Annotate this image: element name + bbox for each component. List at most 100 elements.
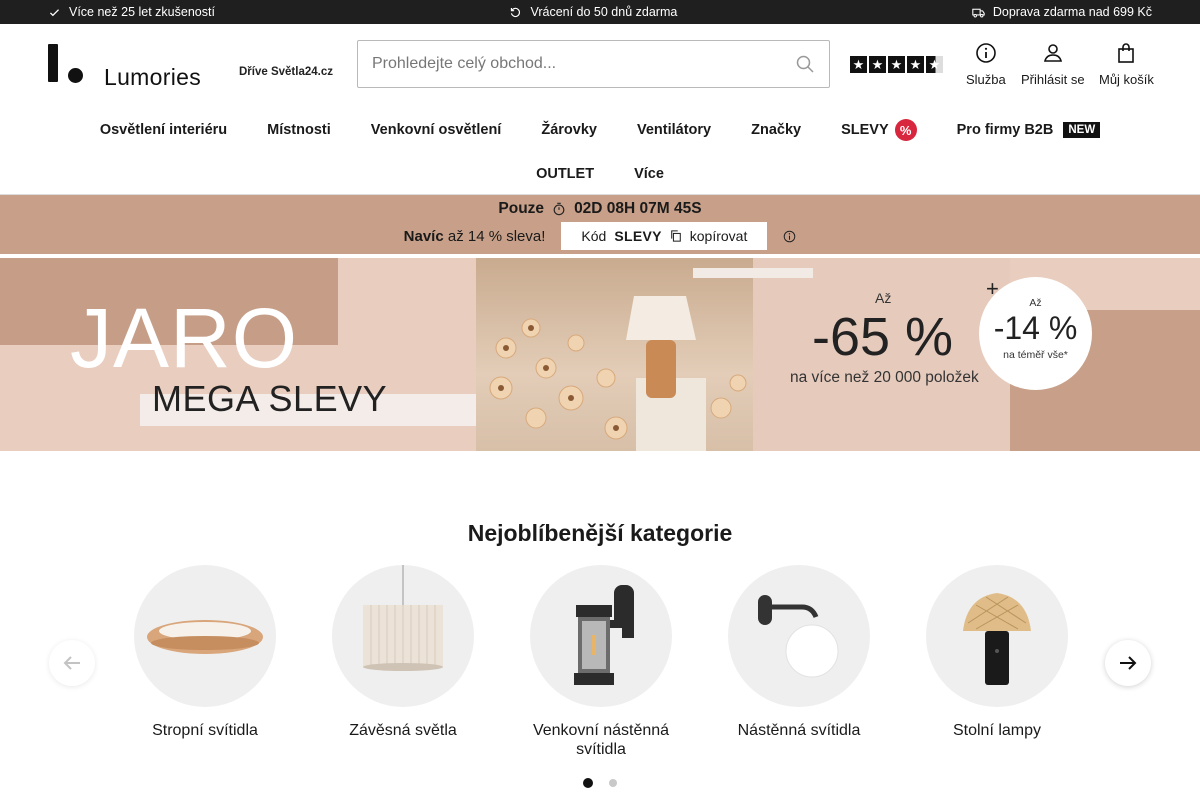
nav-outdoor-lighting[interactable]: Venkovní osvětlení — [371, 122, 502, 138]
nav-sale-label: SLEVY — [841, 122, 889, 138]
check-icon — [49, 8, 60, 16]
logo[interactable]: Lumories — [48, 44, 220, 90]
rating-stars[interactable]: ★ ★ ★ ★ ★ — [850, 56, 943, 73]
badge-discount: -14 % — [993, 310, 1078, 346]
category-image — [728, 565, 870, 707]
discount-code-box[interactable]: Kód SLEVY kopírovat — [561, 222, 768, 250]
discount-code-row: Navíc až 14 % sleva! Kód SLEVY kopírovat — [0, 222, 1200, 250]
hero-banner[interactable]: JARO MEGA SLEVY Až -65 % na více než 20 … — [0, 258, 1200, 451]
countdown-row: Pouze 02D 08H 07M 45S — [0, 195, 1200, 218]
star-icon: ★ — [869, 56, 886, 73]
nav-row-secondary: OUTLET Více — [0, 152, 1200, 196]
nav-b2b[interactable]: Pro firmy B2B NEW — [957, 122, 1101, 138]
plus-sign: + — [986, 276, 999, 301]
category-label: Venkovní nástěnná svítidla — [532, 722, 670, 759]
nav-bulbs[interactable]: Žárovky — [541, 122, 597, 138]
nav-sale[interactable]: SLEVY % — [841, 119, 917, 141]
star-icon: ★ — [850, 56, 867, 73]
countdown-timer: 02D 08H 07M 45S — [574, 200, 702, 217]
nav-outlet[interactable]: OUTLET — [536, 166, 594, 182]
returns-note: Vrácení do 50 dnů zdarma — [509, 5, 677, 19]
hero-subtitle: MEGA SLEVY — [152, 378, 388, 419]
info-icon — [976, 43, 996, 63]
hero-title: JARO — [70, 291, 299, 385]
service-button[interactable]: Služba — [966, 42, 1006, 87]
search-input[interactable] — [372, 55, 795, 73]
category-image — [134, 565, 276, 707]
stopwatch-icon — [553, 202, 565, 216]
promo-banner: Pouze 02D 08H 07M 45S Navíc až 14 % slev… — [0, 195, 1200, 254]
category-image — [530, 565, 672, 707]
category-image — [926, 565, 1068, 707]
star-icon: ★ — [888, 56, 905, 73]
carousel-pagination — [0, 778, 1200, 788]
countdown-prefix: Pouze — [498, 200, 545, 217]
main-navigation: Osvětlení interiéru Místnosti Venkovní o… — [0, 108, 1200, 195]
star-icon: ★ — [907, 56, 924, 73]
search-icon[interactable] — [795, 54, 815, 74]
carousel-prev-button[interactable] — [49, 640, 95, 686]
header: Lumories Dříve Světla24.cz ★ ★ ★ ★ ★ Slu… — [0, 24, 1200, 108]
service-label: Služba — [966, 72, 1006, 87]
nav-interior-lighting[interactable]: Osvětlení interiéru — [100, 122, 227, 138]
hero-decor-strip — [693, 268, 813, 278]
category-label: Závěsná světla — [349, 722, 457, 739]
category-item[interactable]: Venkovní nástěnná svítidla — [511, 565, 691, 759]
logo-wordmark: Lumories — [104, 64, 201, 90]
code-label: Kód — [581, 228, 607, 244]
hero-items-text: na více než 20 000 položek — [790, 369, 979, 386]
lamp-flowers-image — [489, 296, 747, 451]
logo-bar — [48, 44, 58, 82]
copy-icon — [670, 230, 681, 242]
new-badge: NEW — [1063, 122, 1101, 138]
category-label: Stolní lampy — [952, 722, 1042, 739]
extra-discount-text: Navíc až 14 % sleva! — [404, 228, 546, 245]
logo-dot — [68, 68, 83, 83]
formerly-label: Dříve Světla24.cz — [239, 66, 333, 78]
code-value: SLEVY — [614, 228, 662, 244]
info-icon[interactable] — [783, 230, 796, 243]
top-info-bar: Více než 25 let zkušeností Vrácení do 50… — [0, 0, 1200, 24]
nav-row-primary: Osvětlení interiéru Místnosti Venkovní o… — [0, 108, 1200, 152]
section-title: Nejoblíbenější kategorie — [467, 520, 733, 546]
nav-fans[interactable]: Ventilátory — [637, 122, 711, 138]
experience-text: Více než 25 let zkušeností — [69, 5, 215, 19]
category-item[interactable]: Nástěnná svítidla — [709, 565, 889, 740]
user-icon — [1043, 44, 1062, 62]
category-carousel: Stropní svítidla Závěsná světla Venkovní… — [0, 565, 1200, 795]
arrow-left-icon — [63, 656, 80, 670]
truck-icon — [972, 8, 985, 17]
search-box[interactable] — [357, 40, 830, 88]
cart-label: Můj košík — [1099, 72, 1154, 87]
hero-up-to: Až — [875, 290, 892, 306]
category-item[interactable]: Stropní svítidla — [115, 565, 295, 740]
hero-discount: -65 % — [812, 307, 954, 367]
half-star-icon: ★ — [926, 56, 943, 73]
hero-lamp-photo — [476, 258, 813, 451]
extra-discount-bold: Navíc — [403, 227, 444, 245]
returns-text: Vrácení do 50 dnů zdarma — [530, 5, 678, 19]
arrow-right-icon — [1120, 656, 1137, 670]
shipping-note: Doprava zdarma nad 699 Kč — [972, 5, 1152, 19]
return-icon — [511, 7, 521, 17]
shipping-text: Doprava zdarma nad 699 Kč — [992, 5, 1152, 19]
nav-b2b-label: Pro firmy B2B — [956, 122, 1054, 138]
percent-icon: % — [894, 119, 917, 141]
login-label: Přihlásit se — [1021, 72, 1085, 87]
extra-discount-rest: až 14 % sleva! — [447, 227, 546, 245]
cart-button[interactable]: Můj košík — [1099, 42, 1154, 87]
carousel-next-button[interactable] — [1105, 640, 1151, 686]
category-image — [332, 565, 474, 707]
nav-brands[interactable]: Značky — [751, 122, 801, 138]
category-label: Stropní svítidla — [152, 722, 258, 739]
copy-button[interactable]: kopírovat — [690, 228, 748, 244]
nav-more[interactable]: Více — [634, 166, 664, 182]
login-button[interactable]: Přihlásit se — [1021, 42, 1085, 87]
nav-rooms[interactable]: Místnosti — [267, 122, 331, 138]
pagination-dot[interactable] — [583, 778, 593, 788]
pagination-dot[interactable] — [609, 779, 617, 787]
shopping-bag-icon — [1118, 43, 1135, 63]
category-item[interactable]: Stolní lampy — [907, 565, 1087, 740]
category-item[interactable]: Závěsná světla — [313, 565, 493, 740]
experience-note: Více než 25 let zkušeností — [48, 5, 215, 19]
